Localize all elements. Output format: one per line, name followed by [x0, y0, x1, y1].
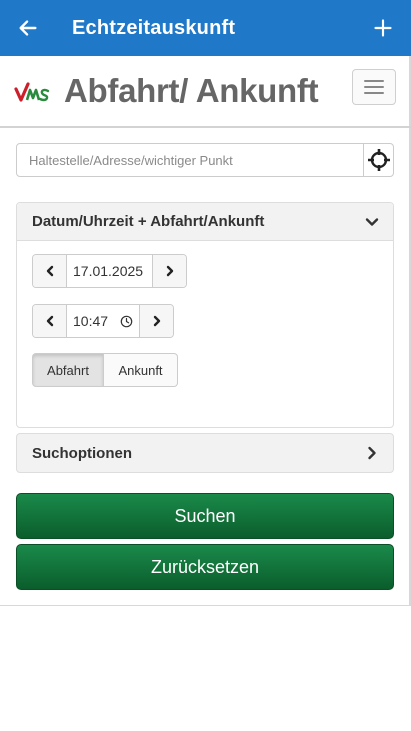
menu-button[interactable] [352, 69, 396, 105]
page-title: Abfahrt/ Ankunft [64, 72, 319, 109]
locate-button[interactable] [363, 144, 393, 176]
arrow-left-icon [19, 20, 37, 36]
chevron-down-icon [365, 217, 379, 226]
search-options-panel[interactable]: Suchoptionen [16, 433, 394, 473]
datetime-panel-header[interactable]: Datum/Uhrzeit + Abfahrt/Ankunft [17, 203, 393, 241]
reset-button[interactable]: Zurücksetzen [16, 544, 394, 590]
mode-toggle: Abfahrt Ankunft [32, 353, 178, 387]
chevron-right-icon [368, 446, 376, 460]
chevron-right-icon [153, 315, 160, 327]
page-header: Abfahrt/ Ankunft [0, 56, 411, 128]
date-prev-button[interactable] [33, 255, 67, 287]
date-value[interactable]: 17.01.2025 [67, 255, 152, 287]
add-button[interactable] [355, 0, 411, 56]
chevron-left-icon [46, 265, 53, 277]
hamburger-icon [364, 80, 384, 82]
datetime-panel-title: Datum/Uhrzeit + Abfahrt/Ankunft [32, 213, 265, 230]
search-input[interactable] [17, 144, 365, 176]
plus-icon [374, 19, 392, 37]
vms-logo [14, 82, 50, 102]
search-options-title: Suchoptionen [32, 444, 132, 462]
mode-arrival-button[interactable]: Ankunft [104, 353, 178, 387]
search-field [16, 143, 394, 177]
time-next-button[interactable] [139, 305, 173, 337]
time-prev-button[interactable] [33, 305, 67, 337]
time-value: 10:47 [73, 313, 109, 329]
clock-icon [120, 315, 133, 327]
chevron-right-icon [166, 265, 173, 277]
date-stepper: 17.01.2025 [32, 254, 187, 288]
date-next-button[interactable] [152, 255, 186, 287]
chevron-left-icon [46, 315, 53, 327]
app-title: Echtzeitauskunft [72, 16, 236, 39]
app-bar: Echtzeitauskunft [0, 0, 411, 56]
mode-departure-button[interactable]: Abfahrt [32, 353, 104, 387]
crosshair-icon [367, 149, 390, 171]
search-button[interactable]: Suchen [16, 493, 394, 539]
back-button[interactable] [0, 0, 56, 56]
time-field[interactable]: 10:47 [67, 305, 139, 337]
time-stepper: 10:47 [32, 304, 174, 338]
